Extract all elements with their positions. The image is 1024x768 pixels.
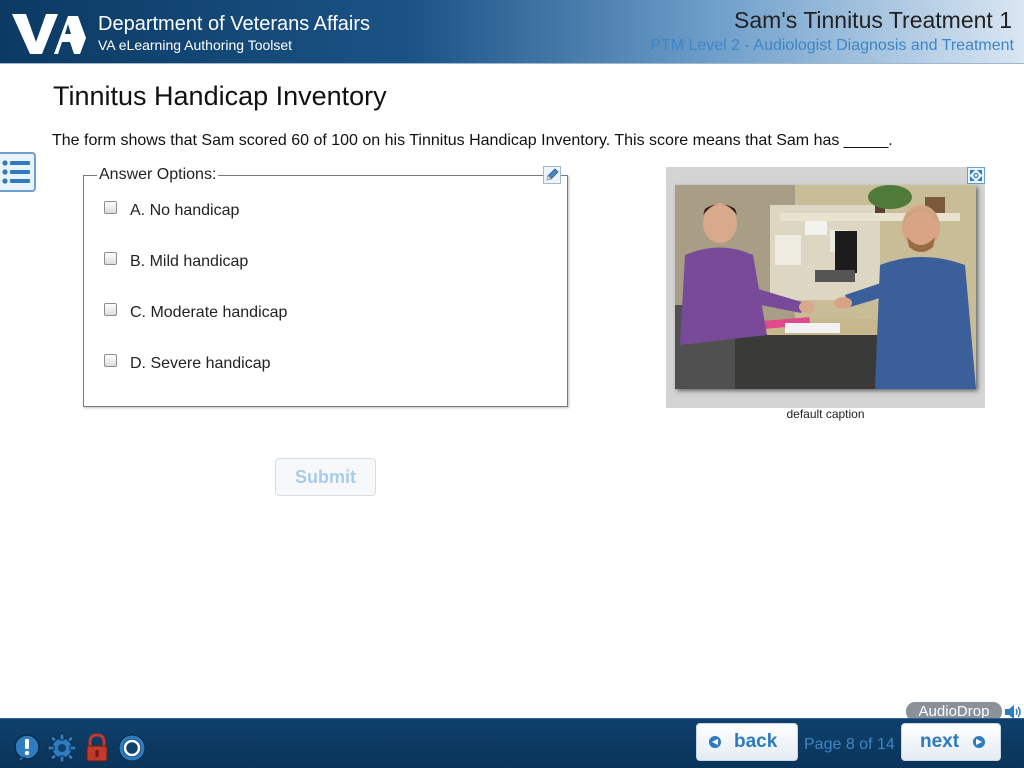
va-logo xyxy=(12,14,86,54)
answer-option-label: C. Moderate handicap xyxy=(130,304,288,321)
answer-options-legend: Answer Options: xyxy=(97,166,219,184)
answer-option-label: D. Severe handicap xyxy=(130,355,271,372)
office-scene-image xyxy=(675,185,976,389)
answer-option-d[interactable]: D. Severe handicap xyxy=(104,353,271,375)
course-subtitle: PTM Level 2 - Audiologist Diagnosis and … xyxy=(650,37,1014,54)
answer-option-c[interactable]: C. Moderate handicap xyxy=(104,302,287,324)
target-icon[interactable] xyxy=(117,733,147,763)
menu-toggle-button[interactable] xyxy=(0,152,36,192)
answer-option-label: A. No handicap xyxy=(130,202,240,219)
answer-option-label: B. Mild handicap xyxy=(130,253,249,270)
org-subtitle: VA eLearning Authoring Toolset xyxy=(98,37,293,53)
page-title: Tinnitus Handicap Inventory xyxy=(53,81,387,111)
app-header: Department of Veterans Affairs VA eLearn… xyxy=(0,0,1024,64)
back-label: back xyxy=(734,731,778,752)
pencil-icon[interactable] xyxy=(543,166,561,184)
answer-checkbox[interactable] xyxy=(104,200,117,214)
answer-option-b[interactable]: B. Mild handicap xyxy=(104,251,248,273)
gear-icon[interactable] xyxy=(47,733,77,763)
answer-checkbox[interactable] xyxy=(104,302,117,316)
answer-checkbox[interactable] xyxy=(104,353,117,367)
expand-icon[interactable] xyxy=(967,167,985,184)
media-caption: default caption xyxy=(786,407,865,421)
next-arrow-icon: ▶ xyxy=(973,736,986,748)
answer-option-a[interactable]: A. No handicap xyxy=(104,200,239,222)
course-title: Sam's Tinnitus Treatment 1 xyxy=(734,7,1012,33)
lock-icon[interactable] xyxy=(82,733,112,763)
page-counter: Page 8 of 14 xyxy=(804,736,895,753)
org-name: Department of Veterans Affairs xyxy=(98,13,371,35)
question-text: The form shows that Sam scored 60 of 100… xyxy=(52,132,893,149)
help-icon[interactable] xyxy=(12,733,42,763)
submit-button[interactable]: Submit xyxy=(275,458,376,496)
answer-checkbox[interactable] xyxy=(104,251,117,265)
next-button[interactable]: next ▶ xyxy=(901,723,1001,761)
back-arrow-icon: ◀ xyxy=(709,736,721,748)
video-still-image[interactable] xyxy=(675,185,976,389)
back-button[interactable]: ◀ back xyxy=(696,723,798,761)
next-label: next xyxy=(920,731,960,752)
list-icon xyxy=(2,160,30,184)
